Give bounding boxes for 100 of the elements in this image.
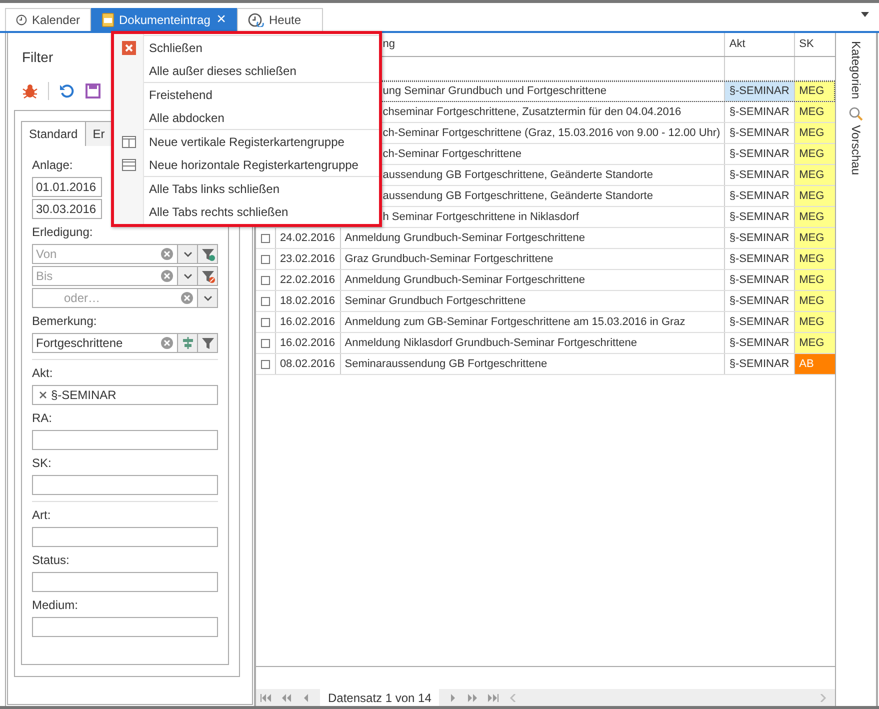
combo-box[interactable]: Bis [32,266,218,286]
text-field[interactable] [32,527,218,547]
table-row[interactable]: 23.02.2016 Graz Grundbuch-Seminar Fortgeschrittene §-SEMINAR MEG [256,249,835,270]
document-tab[interactable]: Kalender [5,8,91,31]
input-field[interactable]: Fortgeschrittene [33,334,157,352]
combo-box[interactable]: oder… [32,288,218,308]
refresh-icon[interactable] [59,83,75,99]
last-record-icon[interactable] [487,694,500,702]
table-row[interactable]: 16.02.2016 Anmeldung Niklasdorf Grundbuch-Seminar Fortgeschrittene §-SEMINAR MEG [256,333,835,354]
tag-field[interactable]: §-SEMINAR [32,385,218,405]
next-page-icon[interactable] [467,694,480,702]
filter-button[interactable] [197,267,217,285]
table-cell-text: 08.02.2016 [280,356,335,372]
dropdown-button[interactable] [177,267,197,285]
column-header[interactable]: Akt [725,33,796,56]
bug-icon[interactable] [22,83,38,99]
table-cell: MEG [795,228,835,248]
document-tab[interactable]: Dokumenteintrag × [91,8,237,31]
table-cell-text: ung Seminar Grundbuch und Fortgeschrittene [382,84,607,99]
table-cell-text: aussendung GB Fortgeschrittene, Geänderte Standorte [382,188,653,204]
vertical-split-icon [122,136,136,148]
table-cell: MEG [795,291,835,311]
document-tab[interactable]: Heute [237,8,323,31]
row-checkbox[interactable] [260,360,270,368]
table-row[interactable]: 08.02.2016 Seminaraussendung GB Fortgeschrittene §-SEMINAR AB [256,354,835,375]
table-cell-text: §-SEMINAR [729,146,790,162]
filter-tab[interactable]: Standard [21,121,86,146]
table-cell-text: §-SEMINAR [729,252,790,267]
side-tab[interactable]: Kategorien [847,41,865,100]
horizontal-split-icon [122,158,136,170]
table-row[interactable]: 22.02.2016 Anmeldung Grundbuch-Seminar Fortgeschrittene §-SEMINAR MEG [256,270,835,291]
table-cell-text: §-SEMINAR [729,336,790,351]
column-header[interactable]: SK [795,33,835,56]
filter-button[interactable] [197,245,217,263]
combo-box[interactable]: Von [32,244,218,264]
table-cell-text: Graz Grundbuch-Seminar Fortgeschrittene [344,252,554,267]
search-icon[interactable] [849,107,863,122]
date-field[interactable]: 30.03.2016 [32,199,102,219]
table-cell-text: ch-Seminar Fortgeschrittene (Graz, 15.03.2016 von 9.00 - 12.00 Uhr) [382,126,720,141]
table-cell-text: §-SEMINAR [729,188,790,204]
table-cell-text: 16.02.2016 [280,314,335,330]
table-cell-text: Anmeldung Grundbuch-Seminar Fortgeschrittene [344,272,586,288]
text-field[interactable] [32,572,218,592]
table-row[interactable]: 24.02.2016 Anmeldung Grundbuch-Seminar Fortgeschrittene §-SEMINAR MEG [256,228,835,249]
table-cell-text: Anmeldung Niklasdorf Grundbuch-Seminar Fortgeschrittene [344,336,637,351]
field-label: RA: [32,410,52,427]
text-field[interactable] [32,475,218,495]
table-cell-text: 22.02.2016 [280,272,335,288]
text-field[interactable] [32,430,218,450]
row-checkbox[interactable] [260,234,270,242]
filter-icon [200,269,214,283]
table-cell: MEG [795,207,835,227]
clear-icon[interactable] [160,269,174,283]
field-label: Medium: [32,597,78,614]
remove-icon[interactable] [39,391,47,399]
table-row[interactable]: 16.02.2016 Anmeldung zum GB-Seminar Fortgeschrittene am 15.03.2016 in Graz §-SEMINAR MEG [256,312,835,333]
previous-page-icon[interactable] [280,694,292,702]
table-cell-text: §-SEMINAR [729,272,790,288]
table-cell-text: ch-Seminar Fortgeschrittene [382,146,522,162]
text-field[interactable] [32,617,218,637]
document-icon [102,13,114,27]
row-checkbox[interactable] [260,318,270,326]
align-button[interactable] [177,334,197,352]
align-icon [180,336,194,350]
input-field[interactable]: Bis [33,267,157,285]
table-row[interactable]: 18.02.2016 Seminar Grundbuch Fortgeschrittene §-SEMINAR MEG [256,291,835,312]
input-field[interactable]: Von [33,245,157,263]
row-checkbox[interactable] [260,338,270,348]
close-icon[interactable]: × [216,12,226,28]
table-cell: MEG [795,165,835,185]
row-checkbox[interactable] [260,254,270,264]
table-cell: MEG [795,270,835,290]
field-label: Status: [32,552,70,569]
clear-icon[interactable] [180,291,194,305]
dropdown-button[interactable] [197,289,217,307]
row-checkbox[interactable] [260,296,270,306]
field-label: Art: [32,507,51,524]
table-cell-text: Seminaraussendung GB Fortgeschrittene [344,356,548,372]
side-tab[interactable]: Vorschau [847,125,865,176]
dropdown-caret-icon[interactable] [861,12,869,17]
search-box[interactable]: Fortgeschrittene [32,333,218,353]
save-icon[interactable] [85,83,101,99]
table-cell-text: Seminar Grundbuch Fortgeschrittene [344,294,526,309]
filter-button[interactable] [197,334,217,352]
field-label: Akt: [32,365,53,382]
dropdown-button[interactable] [177,245,197,263]
table-cell-text: §-SEMINAR [729,104,790,120]
first-record-icon[interactable] [260,694,272,702]
input-field[interactable]: oder… [61,289,177,307]
table-cell-text: 23.02.2016 [280,252,335,267]
clear-icon[interactable] [160,336,174,350]
menu-item[interactable]: Alle außer dieses schließen [114,59,379,82]
table-cell: MEG [795,186,835,206]
clear-icon[interactable] [160,247,174,261]
row-checkbox[interactable] [260,276,270,284]
table-cell: MEG [795,102,835,122]
field-label: Erledigung: [32,224,93,241]
panel-title: Filter [22,48,54,67]
table-cell: AB [795,354,835,374]
date-field[interactable]: 01.01.2016 [32,177,102,197]
